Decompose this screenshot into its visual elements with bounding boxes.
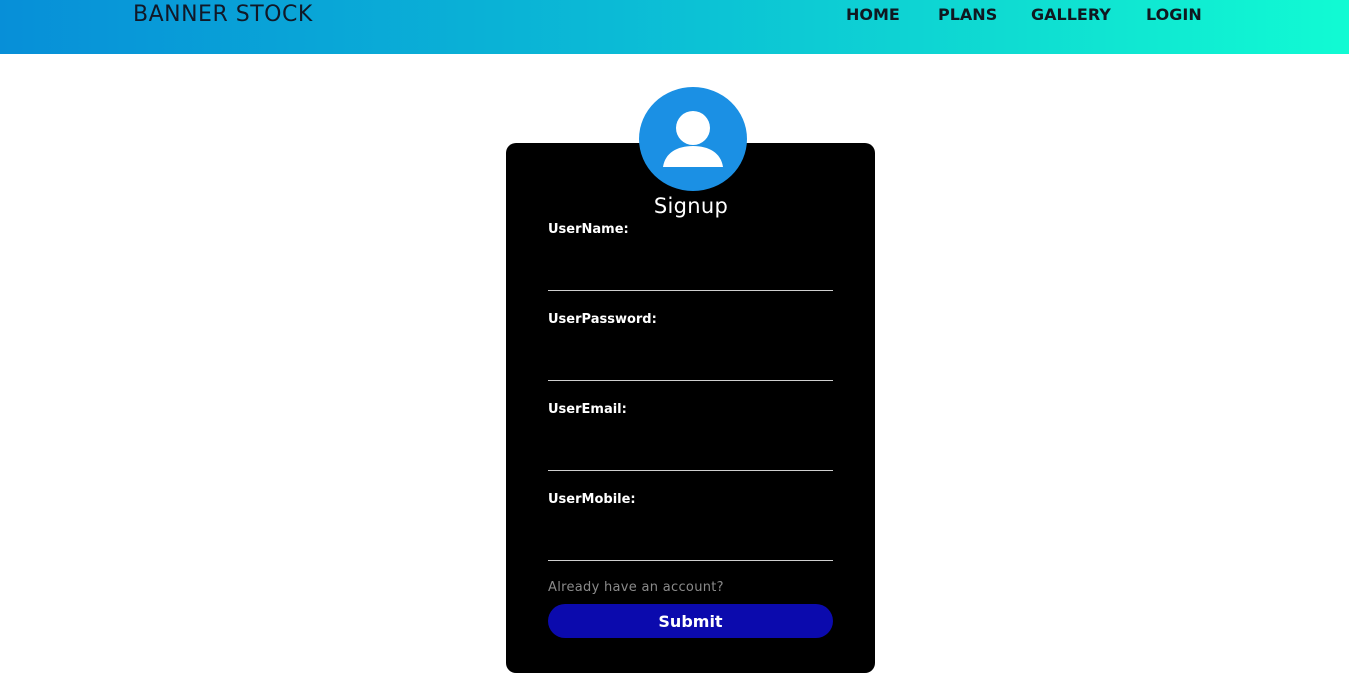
signup-title: Signup xyxy=(653,194,729,218)
navbar: BANNER STOCK HOME PLANS GALLERY LOGIN xyxy=(0,0,1349,54)
username-label: UserName: xyxy=(548,222,629,237)
login-link[interactable]: Already have an account? xyxy=(548,580,724,595)
user-icon xyxy=(639,87,747,191)
email-label: UserEmail: xyxy=(548,402,627,417)
password-label: UserPassword: xyxy=(548,312,657,327)
nav-link-plans[interactable]: PLANS xyxy=(938,5,997,24)
nav-link-login[interactable]: LOGIN xyxy=(1146,5,1202,24)
nav-link-gallery[interactable]: GALLERY xyxy=(1031,5,1111,24)
submit-button[interactable]: Submit xyxy=(548,604,833,638)
username-input[interactable] xyxy=(548,261,833,291)
email-input[interactable] xyxy=(548,441,833,471)
nav-menu: HOME PLANS GALLERY LOGIN xyxy=(0,5,1349,25)
mobile-label: UserMobile: xyxy=(548,492,636,507)
password-input[interactable] xyxy=(548,351,833,381)
nav-link-home[interactable]: HOME xyxy=(846,5,900,24)
mobile-input[interactable] xyxy=(548,531,833,561)
